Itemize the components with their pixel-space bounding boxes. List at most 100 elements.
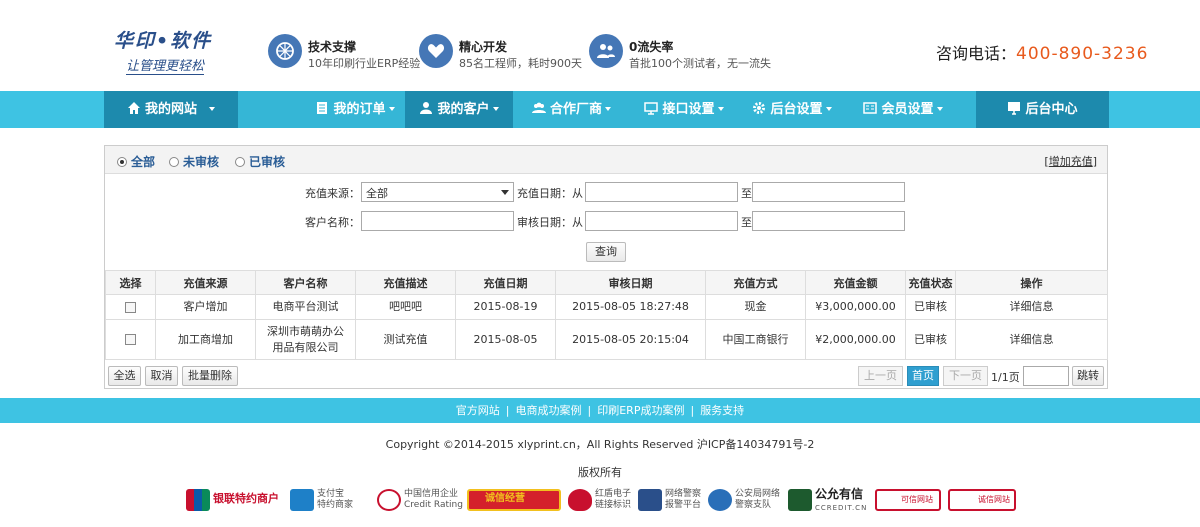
- group-icon: [531, 102, 546, 113]
- method-cell: 中国工商银行: [705, 319, 806, 360]
- chevron-down-icon: [717, 107, 724, 111]
- first-page-button[interactable]: 首页: [907, 366, 939, 386]
- table-row: 加工商增加 深圳市萌萌办公用品有限公司 测试充值 2015-08-05 2015…: [105, 319, 1108, 360]
- row-checkbox[interactable]: [125, 334, 136, 345]
- jump-button[interactable]: 跳转: [1072, 366, 1104, 386]
- audit-date-label: 审核日期：从: [517, 216, 583, 229]
- nav-backend-center[interactable]: 后台中心: [976, 91, 1109, 128]
- row-select-cell: [105, 294, 156, 320]
- desc-cell: 吧吧吧: [355, 294, 456, 320]
- row-select-cell: [105, 319, 156, 360]
- badge-alipay[interactable]: 支付宝 特约商家: [290, 488, 370, 512]
- radio-all[interactable]: 全部: [117, 153, 155, 170]
- date-cell: 2015-08-05: [455, 319, 556, 360]
- prev-page-button[interactable]: 上一页: [858, 366, 903, 386]
- audit-date-from-input[interactable]: [585, 211, 738, 231]
- next-page-button[interactable]: 下一页: [943, 366, 988, 386]
- add-recharge-label[interactable]: 增加充值: [1049, 155, 1093, 168]
- radio-audited[interactable]: 已审核: [235, 153, 285, 170]
- footer-link-ecommerce-cases[interactable]: 电商成功案例: [516, 404, 582, 417]
- badge-label: 红盾电子: [595, 489, 632, 499]
- site-header: 华印•软件 让管理更轻松 技术支撑 10年印刷行业ERP经验 精心开发 85名工…: [0, 0, 1200, 91]
- recharge-date-from-input[interactable]: [585, 182, 738, 202]
- footer-link-support[interactable]: 服务支持: [700, 404, 744, 417]
- badge-red-shield[interactable]: 红盾电子 链接标识: [568, 488, 634, 512]
- column-header: 审核日期: [555, 270, 706, 295]
- badge-ccredit[interactable]: 公允有信 CCREDIT.CN: [788, 488, 870, 512]
- nav-partners[interactable]: 合作厂商: [519, 91, 624, 128]
- badge-integrity-site[interactable]: 诚信网站: [948, 488, 1018, 512]
- column-header: 充值金额: [805, 270, 906, 295]
- rights-text: 版权所有: [578, 466, 622, 479]
- badge-public-security[interactable]: 公安局网络 警察支队: [708, 488, 784, 512]
- source-select[interactable]: 全部: [361, 182, 514, 202]
- badge-credit-rating[interactable]: 中国信用企业 Credit Rating: [377, 488, 463, 512]
- status-cell: 已审核: [905, 294, 956, 320]
- search-button[interactable]: 查询: [586, 242, 626, 262]
- radio-unaudited[interactable]: 未审核: [169, 153, 219, 170]
- table-header-row: 选择 充值来源 客户名称 充值描述 充值日期 审核日期 充值方式 充值金额 充值…: [105, 270, 1108, 295]
- ccredit-icon: [788, 489, 812, 511]
- recharge-date-to-input[interactable]: [752, 182, 905, 202]
- cancel-button[interactable]: 取消: [145, 366, 178, 386]
- badge-honest-business[interactable]: 诚信经营: [467, 488, 563, 512]
- bulk-delete-button[interactable]: 批量删除: [182, 366, 238, 386]
- footer-links-bar: 官方网站 | 电商成功案例 | 印刷ERP成功案例 | 服务支持: [0, 398, 1200, 423]
- audit-date-cell: 2015-08-05 18:27:48: [555, 294, 706, 320]
- logo-slogan: 让管理更轻松: [126, 55, 205, 75]
- column-header: 充值描述: [355, 270, 456, 295]
- detail-link[interactable]: 详细信息: [955, 319, 1108, 360]
- badge-sublabel: CCREDIT.CN: [815, 504, 868, 512]
- police-icon: [638, 489, 662, 511]
- nav-my-customers[interactable]: 我的客户: [405, 91, 513, 128]
- police-badge-icon: [708, 489, 732, 511]
- amount-cell: ¥2,000,000.00: [805, 319, 906, 360]
- nav-my-site[interactable]: 我的网站: [104, 91, 238, 128]
- desc-cell: 测试充值: [355, 319, 456, 360]
- badge-label: 银联特约商户: [213, 492, 279, 505]
- column-header: 操作: [955, 270, 1108, 295]
- page-jump-input[interactable]: [1023, 366, 1069, 386]
- footer-link-official[interactable]: 官方网站: [456, 404, 500, 417]
- nav-label: 后台中心: [1025, 102, 1078, 117]
- footer-link-erp-cases[interactable]: 印刷ERP成功案例: [597, 404, 684, 417]
- nav-member-settings[interactable]: 会员设置: [852, 91, 954, 128]
- nav-label: 我的客户: [437, 102, 490, 117]
- main-nav: 我的网站 我的订单 我的客户 合作厂商 接口设置 后台设置 会员设置 后台中心: [0, 91, 1200, 128]
- footer-separator: |: [587, 404, 592, 417]
- column-header: 充值方式: [705, 270, 806, 295]
- nav-backend-settings[interactable]: 后台设置: [742, 91, 842, 128]
- document-icon: [317, 102, 328, 114]
- badge-label: 诚信经营: [485, 493, 525, 504]
- member-card-icon: [863, 102, 878, 114]
- badge-label: 公安局网络: [735, 489, 781, 499]
- hotline-label: 咨询电话：: [936, 44, 1017, 63]
- dropdown-arrow-icon: [501, 190, 509, 195]
- date-cell: 2015-08-19: [455, 294, 556, 320]
- feature-desc: 85名工程师，耗时900天: [459, 57, 582, 70]
- column-header: 选择: [105, 270, 156, 295]
- nav-label: 会员设置: [881, 102, 934, 117]
- feature-title: 技术支撑: [308, 40, 357, 54]
- badge-cyber-police[interactable]: 网络警察 报警平台: [638, 488, 704, 512]
- nav-api-settings[interactable]: 接口设置: [634, 91, 734, 128]
- copyright-text: Copyright ©2014-2015 xlyprint.cn，All Rig…: [385, 438, 815, 451]
- audit-date-to-input[interactable]: [752, 211, 905, 231]
- hotline-number[interactable]: 400-890-3236: [1016, 44, 1148, 64]
- to-label: 至: [741, 216, 752, 229]
- nav-my-orders[interactable]: 我的订单: [306, 91, 404, 128]
- add-recharge-link[interactable]: [增加充值]: [1044, 153, 1097, 169]
- detail-link[interactable]: 详细信息: [955, 294, 1108, 320]
- monitor-icon: [644, 102, 659, 115]
- chevron-down-icon: [605, 107, 611, 111]
- badge-unionpay[interactable]: 银联特约商户: [186, 488, 284, 512]
- badge-sublabel: 报警平台: [665, 500, 702, 510]
- badge-label: 公允有信: [815, 487, 864, 501]
- users-icon: [589, 34, 623, 68]
- customer-name-input[interactable]: [361, 211, 514, 231]
- credit-icon: [377, 489, 401, 511]
- row-checkbox[interactable]: [125, 301, 136, 313]
- brand-logo[interactable]: 华印•软件 让管理更轻松: [114, 26, 234, 75]
- select-all-button[interactable]: 全选: [108, 366, 141, 386]
- badge-trusted-site[interactable]: 可信网站: [875, 488, 943, 512]
